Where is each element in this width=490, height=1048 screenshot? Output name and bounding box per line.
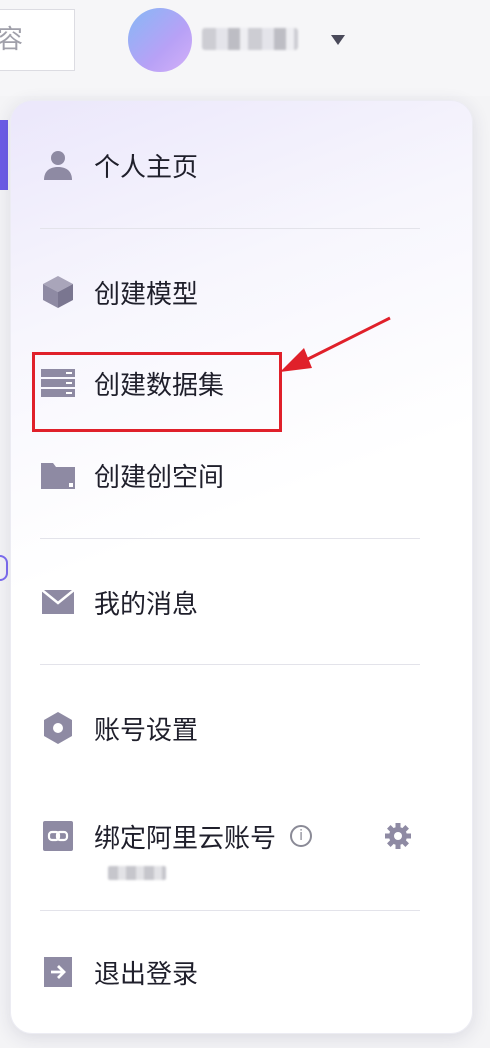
divider: [40, 664, 420, 665]
search-input[interactable]: 容: [0, 9, 75, 71]
username-blurred: [202, 28, 298, 50]
cube-icon: [40, 274, 76, 310]
link-icon: [40, 818, 76, 854]
user-icon: [40, 147, 76, 183]
divider: [40, 910, 420, 911]
mail-icon: [40, 584, 76, 620]
menu-item-create-space[interactable]: 创建创空间: [40, 450, 224, 500]
menu-item-label: 退出登录: [94, 959, 199, 990]
background-mark: [0, 555, 8, 581]
menu-item-label: 创建创空间: [94, 462, 225, 493]
menu-item-logout[interactable]: 退出登录: [40, 947, 198, 997]
menu-item-bind-aliyun[interactable]: 绑定阿里云账号 i: [40, 811, 313, 861]
highlight-box: [32, 352, 282, 432]
annotation-arrow-icon: [280, 316, 391, 372]
logout-icon: [40, 954, 76, 990]
menu-item-messages[interactable]: 我的消息: [40, 577, 198, 627]
user-dropdown-menu: [10, 100, 473, 1034]
folder-icon: [40, 457, 76, 493]
avatar[interactable]: [128, 8, 192, 72]
chevron-down-icon[interactable]: [331, 35, 345, 45]
info-icon[interactable]: i: [290, 825, 313, 847]
divider: [40, 228, 420, 229]
menu-item-label: 创建模型: [94, 279, 199, 310]
menu-item-account-settings[interactable]: 账号设置: [40, 703, 198, 753]
top-bar: 容: [0, 0, 490, 96]
menu-item-label: 我的消息: [94, 589, 199, 620]
menu-item-label: 个人主页: [94, 152, 199, 183]
menu-item-profile[interactable]: 个人主页: [40, 140, 198, 190]
divider: [40, 538, 420, 539]
gear-icon[interactable]: [384, 822, 412, 850]
menu-item-create-model[interactable]: 创建模型: [40, 267, 198, 317]
menu-item-label: 账号设置: [94, 715, 199, 746]
aliyun-account-blurred: [108, 866, 166, 880]
hexagon-icon: [40, 710, 76, 746]
menu-item-label: 绑定阿里云账号: [94, 823, 277, 854]
background-accent: [0, 120, 8, 190]
